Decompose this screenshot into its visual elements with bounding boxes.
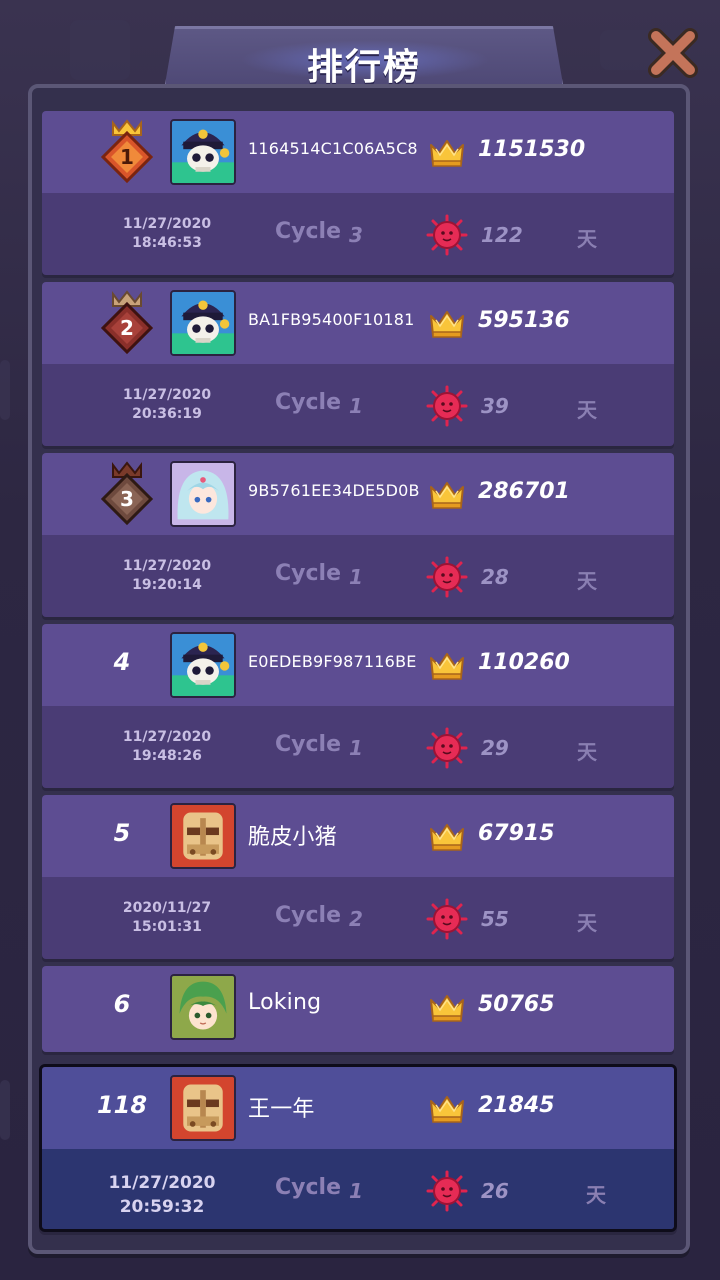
- player-name: BA1FB95400F10181: [248, 310, 415, 329]
- rank-badge-number: 2: [120, 316, 134, 340]
- virus-icon: [426, 556, 468, 598]
- cycle-label: Cycle: [275, 390, 341, 415]
- leaderboard-entry-4[interactable]: 4 E0EDEB9F987116BE 110260 11/27/2020 19:4…: [42, 624, 674, 788]
- player-name: 王一年: [248, 1097, 315, 1122]
- entry-timestamp: 11/27/2020 18:46:53: [102, 215, 232, 253]
- cycle-value: 3: [349, 223, 363, 247]
- crown-icon: [428, 992, 466, 1024]
- cycle-value: 1: [349, 394, 363, 418]
- cycle-label: Cycle: [275, 219, 341, 244]
- player-name: 9B5761EE34DE5D0B: [248, 481, 420, 500]
- day-unit: 天: [577, 569, 597, 593]
- leaderboard-entry-6[interactable]: 6 Loking 50765: [42, 966, 674, 1052]
- entry-time: 18:46:53: [132, 235, 202, 251]
- avatar-skull-pirate-icon: [170, 119, 236, 185]
- days-value: 122: [481, 223, 523, 247]
- entry-date: 2020/11/27: [122, 900, 212, 916]
- virus-icon: [426, 1170, 468, 1212]
- avatar-skull-pirate-icon: [170, 290, 236, 356]
- entry-timestamp: 11/27/2020 19:20:14: [102, 557, 232, 595]
- virus-icon: [426, 898, 468, 940]
- score: 595136: [478, 308, 570, 333]
- crown-icon: [428, 1093, 466, 1125]
- score: 1151530: [478, 137, 586, 162]
- day-unit: 天: [577, 398, 597, 422]
- cycle-label: Cycle: [275, 1175, 341, 1200]
- day-unit: 天: [577, 227, 597, 251]
- avatar-masked-warrior-icon: [170, 1075, 236, 1141]
- entry-date: 11/27/2020: [122, 729, 212, 745]
- days-value: 39: [481, 394, 509, 418]
- bronze-crown-badge-icon: 3: [100, 461, 154, 526]
- score: 286701: [478, 479, 570, 504]
- avatar-girl-blue-hair-icon: [170, 461, 236, 527]
- cycle-label: Cycle: [275, 903, 341, 928]
- cycle-value: 1: [349, 1179, 363, 1203]
- score: 21845: [478, 1093, 555, 1118]
- virus-icon: [426, 214, 468, 256]
- entry-time: 20:59:32: [119, 1197, 205, 1217]
- entry-time: 20:36:19: [132, 406, 202, 422]
- days-value: 28: [481, 565, 509, 589]
- avatar-skull-pirate-icon: [170, 632, 236, 698]
- entry-date: 11/27/2020: [122, 387, 212, 403]
- score: 50765: [478, 992, 555, 1017]
- cycle-value: 2: [349, 907, 363, 931]
- rank-number: 5: [113, 819, 131, 847]
- player-name: 1164514C1C06A5C8: [248, 139, 418, 158]
- days-value: 26: [481, 1179, 509, 1203]
- avatar-masked-warrior-icon: [170, 803, 236, 869]
- rank-number: 6: [113, 990, 131, 1018]
- day-unit: 天: [577, 740, 597, 764]
- entry-time: 19:48:26: [132, 748, 202, 764]
- crown-icon: [428, 479, 466, 511]
- page-title: 排行榜: [306, 47, 421, 88]
- crown-icon: [428, 137, 466, 169]
- crown-icon: [428, 308, 466, 340]
- days-value: 55: [481, 907, 509, 931]
- avatar-green-hair-boy-icon: [170, 974, 236, 1040]
- cycle-label: Cycle: [275, 732, 341, 757]
- entry-timestamp: 11/27/2020 20:36:19: [102, 386, 232, 424]
- day-unit: 天: [586, 1183, 606, 1207]
- entry-timestamp: 11/27/2020 19:48:26: [102, 728, 232, 766]
- leaderboard-entry-3[interactable]: 3 9B5761EE34DE5D0B 286701 11/27/2020 19:2…: [42, 453, 674, 617]
- score: 110260: [478, 650, 570, 675]
- cycle-value: 1: [349, 736, 363, 760]
- player-name: 脆皮小猪: [248, 825, 337, 850]
- entry-time: 15:01:31: [132, 919, 202, 935]
- player-name: Loking: [248, 990, 322, 1015]
- day-unit: 天: [577, 911, 597, 935]
- virus-icon: [426, 385, 468, 427]
- leaderboard-entry-1[interactable]: 1 1164514C1C06A5C8 1151530 11/27/2020 18:…: [42, 111, 674, 275]
- leaderboard-entry-2[interactable]: 2 BA1FB95400F10181 595136 11/27/2020 20:3…: [42, 282, 674, 446]
- entry-timestamp: 11/27/2020 20:59:32: [97, 1171, 227, 1219]
- cycle-label: Cycle: [275, 561, 341, 586]
- my-rank-entry[interactable]: 118 王一年 21845 11/27/2020 20:59:32 Cycle 1…: [39, 1064, 677, 1232]
- rank-badge-number: 1: [120, 145, 134, 169]
- silver-crown-badge-icon: 2: [100, 290, 154, 355]
- entry-time: 19:20:14: [132, 577, 202, 593]
- entry-timestamp: 2020/11/27 15:01:31: [102, 899, 232, 937]
- days-value: 29: [481, 736, 509, 760]
- rank-badge-number: 3: [120, 487, 134, 511]
- cycle-value: 1: [349, 565, 363, 589]
- entry-date: 11/27/2020: [122, 216, 212, 232]
- close-button[interactable]: [640, 20, 706, 86]
- score: 67915: [478, 821, 555, 846]
- rank-number: 4: [113, 648, 131, 676]
- rank-number: 118: [96, 1091, 148, 1119]
- crown-icon: [428, 821, 466, 853]
- virus-icon: [426, 727, 468, 769]
- crown-icon: [428, 650, 466, 682]
- gold-crown-badge-icon: 1: [100, 119, 154, 184]
- player-name: E0EDEB9F987116BE: [248, 652, 417, 671]
- entry-date: 11/27/2020: [108, 1173, 216, 1193]
- close-icon: [648, 28, 698, 78]
- entry-date: 11/27/2020: [122, 558, 212, 574]
- leaderboard-entry-5[interactable]: 5 脆皮小猪 67915 2020/11/27 15:01:31 Cycle 2 …: [42, 795, 674, 959]
